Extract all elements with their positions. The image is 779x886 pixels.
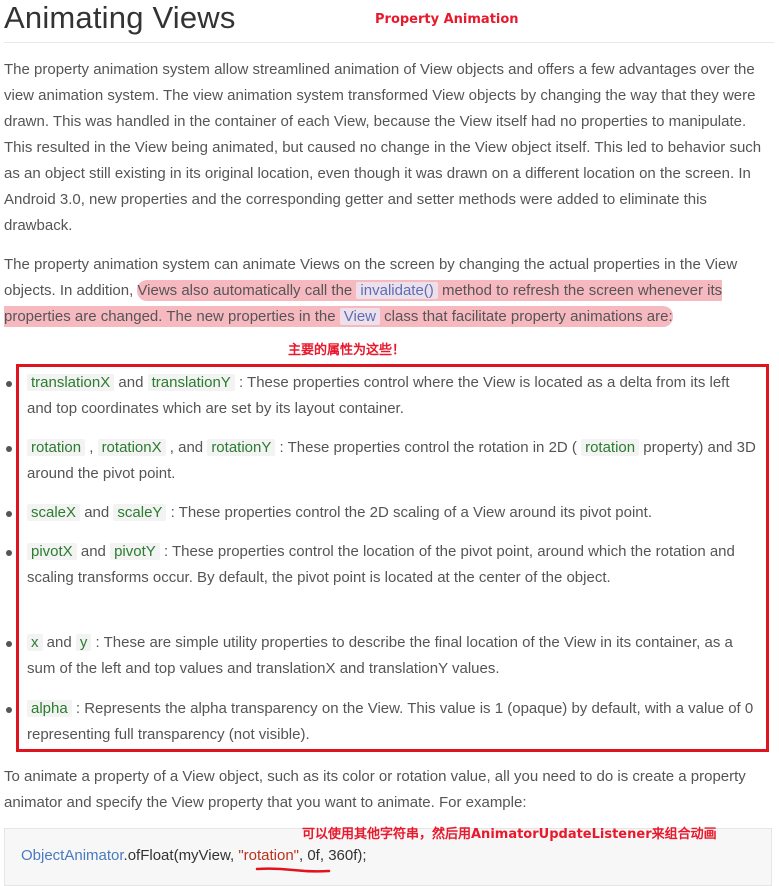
- item-text: ,: [85, 439, 98, 456]
- paragraph-text: class that facilitate property animation…: [380, 308, 673, 325]
- rotationy-code: rotationY: [207, 439, 276, 456]
- bullet-icon: [6, 511, 12, 517]
- item-text: , and: [165, 439, 208, 456]
- code-line: ObjectAnimator.ofFloat(myView, "rotation…: [21, 846, 367, 866]
- x-code: x: [27, 634, 43, 651]
- rotation-code: rotation: [27, 439, 86, 456]
- alpha-code: alpha: [27, 700, 72, 717]
- list-item-pivot: pivotX and pivotY : These properties con…: [27, 539, 757, 591]
- list-item-alpha: alpha : Represents the alpha transparenc…: [27, 696, 757, 748]
- invalidate-method-code[interactable]: invalidate(): [356, 282, 438, 299]
- code-string-arg: "rotation": [238, 847, 299, 864]
- pivotx-code: pivotX: [27, 543, 77, 560]
- scaley-code: scaleY: [113, 504, 167, 521]
- red-underline-mark: [255, 867, 331, 873]
- item-text: : These are simple utility properties to…: [27, 634, 733, 677]
- code-number: 0f: [307, 847, 320, 864]
- code-number: 360f: [328, 847, 358, 864]
- paragraph-text: Views also automatically call the: [137, 282, 357, 299]
- list-item-scale: scaleX and scaleY : These properties con…: [27, 500, 757, 526]
- code-punct: );: [357, 847, 367, 864]
- code-punct: ,: [319, 847, 329, 864]
- item-text: and: [80, 504, 114, 521]
- list-item-xy: x and y : These are simple utility prope…: [27, 630, 757, 682]
- bullet-icon: [6, 446, 12, 452]
- item-text: : Represents the alpha transparency on t…: [27, 700, 754, 743]
- annotation-property-animation: Property Animation: [375, 12, 519, 27]
- list-item-rotation: rotation , rotationX , and rotationY : T…: [27, 435, 757, 487]
- view-class-code[interactable]: View: [339, 308, 381, 325]
- page-title: Animating Views: [4, 0, 236, 35]
- pivoty-code: pivotY: [110, 543, 160, 560]
- rotation-code: rotation: [581, 439, 640, 456]
- bullet-icon: [6, 550, 12, 556]
- item-text: : These properties control the 2D scalin…: [166, 504, 652, 521]
- bullet-icon: [6, 707, 12, 713]
- bullet-icon: [6, 381, 12, 387]
- properties-intro-paragraph: The property animation system can animat…: [4, 252, 774, 330]
- rotationx-code: rotationX: [97, 439, 166, 456]
- outro-paragraph: To animate a property of a View object, …: [4, 768, 746, 811]
- code-method: .ofFloat(myView,: [123, 847, 239, 864]
- translationx-code: translationX: [27, 374, 115, 391]
- list-item-translation: translationX and translationY : These pr…: [27, 370, 757, 422]
- scalex-code: scaleX: [27, 504, 81, 521]
- y-code: y: [75, 634, 92, 651]
- code-type: ObjectAnimator: [21, 847, 124, 864]
- item-text: and: [76, 543, 111, 560]
- item-text: : These properties control the rotation …: [275, 439, 582, 456]
- item-text: and: [42, 634, 76, 651]
- annotation-main-properties: 主要的属性为这些！: [288, 343, 406, 358]
- bullet-icon: [6, 641, 12, 647]
- translationy-code: translationY: [147, 374, 235, 391]
- title-divider: [4, 42, 774, 43]
- item-text: and: [114, 374, 148, 391]
- annotation-code: 可以使用其他字符串，然后用AnimatorUpdateListener来组合动画: [302, 827, 717, 842]
- intro-paragraph: The property animation system allow stre…: [4, 61, 762, 234]
